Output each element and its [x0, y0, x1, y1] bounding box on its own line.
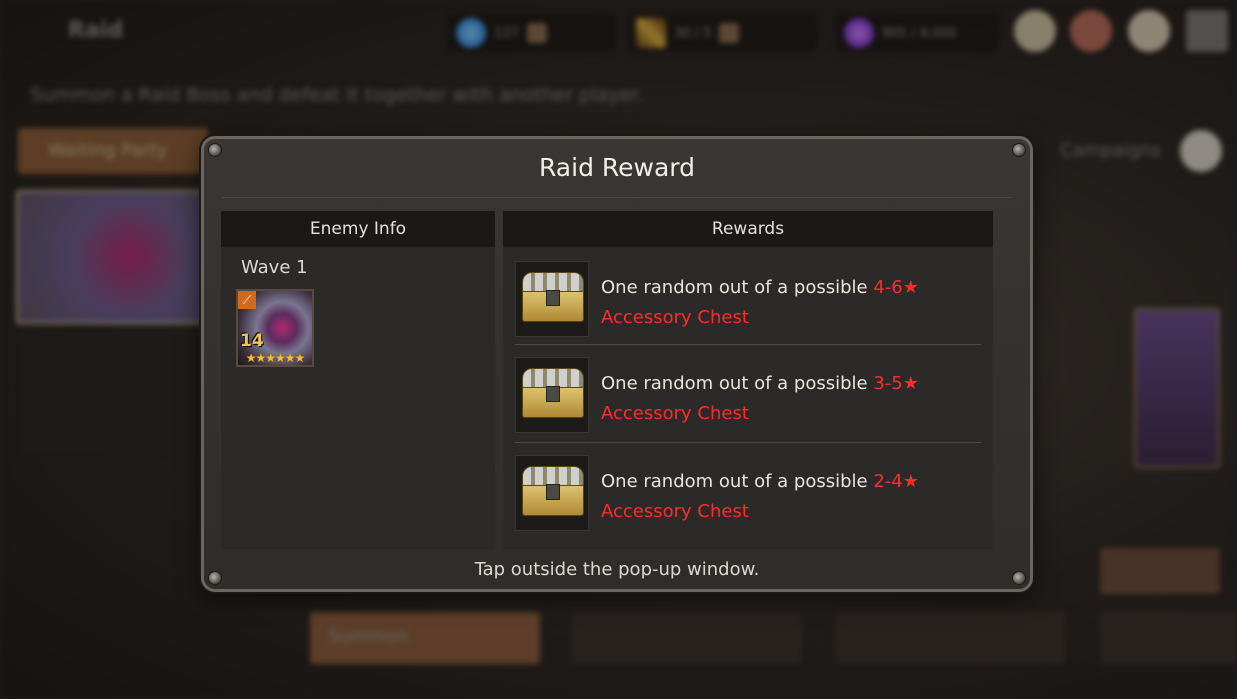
reward-text: One random out of a possible 4-6★ Access…	[601, 273, 919, 333]
reward-item: One random out of a possible 4-6★ Access…	[515, 249, 981, 345]
reward-item-name: Accessory Chest	[601, 307, 749, 328]
dismiss-hint: Tap outside the pop-up window.	[474, 559, 760, 580]
modal-title: Raid Reward	[538, 153, 695, 182]
enemy-stars: ★★★★★★	[245, 351, 306, 365]
reward-prefix: One random out of a possible	[601, 277, 868, 298]
accessory-chest-icon	[515, 455, 589, 531]
reward-prefix: One random out of a possible	[601, 373, 868, 394]
wave-label: Wave 1	[241, 257, 308, 278]
reward-text: One random out of a possible 3-5★ Access…	[601, 369, 919, 429]
reward-star-range: 2-4★	[873, 471, 919, 492]
accessory-chest-icon	[515, 357, 589, 433]
rewards-header: Rewards	[503, 211, 993, 247]
accessory-chest-icon	[515, 261, 589, 337]
sword-class-icon: ⟋	[238, 291, 256, 309]
divider	[222, 197, 1012, 198]
enemy-portrait[interactable]: ⟋ 14 ★★★★★★	[236, 289, 314, 367]
reward-item-name: Accessory Chest	[601, 403, 749, 424]
reward-text: One random out of a possible 2-4★ Access…	[601, 467, 919, 527]
rewards-panel: Rewards One random out of a possible 4-6…	[503, 211, 993, 549]
enemy-level: 14	[240, 331, 264, 351]
reward-star-range: 3-5★	[873, 373, 919, 394]
enemy-info-panel: Enemy Info Wave 1 ⟋ 14 ★★★★★★	[221, 211, 495, 549]
reward-prefix: One random out of a possible	[601, 471, 868, 492]
reward-item: One random out of a possible 3-5★ Access…	[515, 345, 981, 443]
reward-item: One random out of a possible 2-4★ Access…	[515, 443, 981, 541]
raid-reward-modal: Raid Reward Enemy Info Wave 1 ⟋ 14 ★★★★★…	[201, 136, 1033, 592]
enemy-info-header: Enemy Info	[221, 211, 495, 247]
reward-item-name: Accessory Chest	[601, 501, 749, 522]
reward-star-range: 4-6★	[873, 277, 919, 298]
